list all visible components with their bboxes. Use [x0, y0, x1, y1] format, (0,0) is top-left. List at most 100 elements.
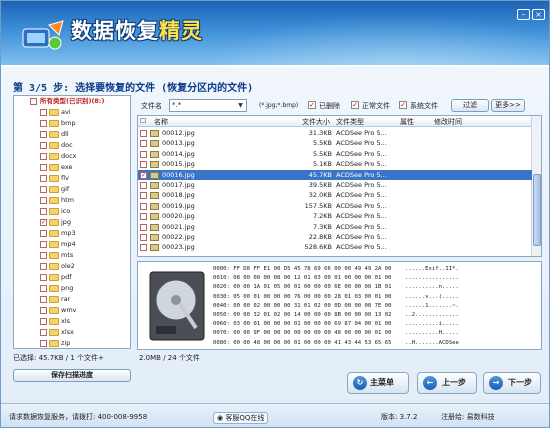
next-step-button[interactable]: → 下一步 — [483, 372, 541, 394]
normal-checkbox[interactable]: ✓ — [351, 101, 359, 109]
tree-item-checkbox[interactable] — [40, 164, 47, 171]
prev-step-button[interactable]: ← 上一步 — [417, 372, 477, 394]
tree-root-checkbox[interactable] — [30, 98, 37, 105]
tree-item-flv[interactable]: flv — [14, 173, 130, 184]
tree-item-ole2[interactable]: ole2 — [14, 261, 130, 272]
tree-item-checkbox[interactable] — [40, 318, 47, 325]
file-row-checkbox[interactable] — [140, 140, 147, 148]
tree-item-checkbox[interactable] — [40, 120, 47, 127]
file-row[interactable]: 00012.jpg 31.3KB ACDSee Pro 5... — [138, 128, 532, 138]
tree-item-checkbox[interactable] — [40, 197, 47, 204]
tree-item-doc[interactable]: doc — [14, 140, 130, 151]
tree-root[interactable]: 所有类型(已识别)(8:) — [14, 96, 130, 107]
file-row[interactable]: ✓ 00016.jpg 45.7KB ACDSee Pro 5... — [138, 169, 532, 180]
system-checkbox[interactable]: ✓ — [399, 101, 407, 109]
tree-item-mp3[interactable]: mp3 — [14, 228, 130, 239]
minimize-button[interactable]: – — [517, 9, 530, 20]
col-name[interactable]: 名称 — [154, 117, 168, 127]
tree-item-wmv[interactable]: wmv — [14, 305, 130, 316]
tree-item-jpg[interactable]: ✓ jpg — [14, 217, 130, 228]
save-scan-progress-button[interactable]: 保存扫描进度 — [13, 369, 131, 382]
tree-item-xlsx[interactable]: xlsx — [14, 327, 130, 338]
tree-item-docx[interactable]: docx — [14, 151, 130, 162]
tree-item-checkbox[interactable]: ✓ — [40, 219, 47, 226]
file-row-checkbox[interactable] — [140, 182, 147, 189]
tree-item-dll[interactable]: dll — [14, 129, 130, 140]
tree-item-checkbox[interactable] — [40, 340, 47, 347]
file-row[interactable]: 00019.jpg 157.5KB ACDSee Pro 5... — [138, 201, 532, 211]
tree-item-mts[interactable]: mts — [14, 250, 130, 261]
tree-item-checkbox[interactable] — [40, 230, 47, 237]
file-row-checkbox[interactable] — [140, 244, 147, 252]
file-row[interactable]: 00021.jpg 7.3KB ACDSee Pro 5... — [138, 222, 532, 232]
tree-item-rar[interactable]: rar — [14, 294, 130, 305]
tree-item-checkbox[interactable] — [40, 241, 47, 248]
tree-item-zip[interactable]: zip — [14, 338, 130, 348]
tree-item-xls[interactable]: xls — [14, 316, 130, 327]
file-row-checkbox[interactable] — [140, 234, 147, 241]
filename-combo[interactable]: *.* ▼ — [169, 99, 247, 112]
col-mtime[interactable]: 修改时间 — [434, 117, 462, 127]
tree-item-exe[interactable]: exe — [14, 162, 130, 173]
file-row[interactable]: 00015.jpg 5.1KB ACDSee Pro 5... — [138, 159, 532, 169]
scrollbar-thumb[interactable] — [533, 174, 541, 246]
tree-item-checkbox[interactable] — [40, 186, 47, 193]
hard-drive-preview-image — [149, 271, 205, 341]
select-all-checkbox[interactable]: ☐ — [140, 117, 146, 125]
qq-online-button[interactable]: ◉ 客服QQ在线 — [213, 412, 269, 424]
col-attr[interactable]: 属性 — [400, 117, 414, 127]
tree-item-checkbox[interactable] — [40, 307, 47, 314]
file-row-checkbox[interactable] — [140, 161, 147, 169]
tree-item-avi[interactable]: avi — [14, 107, 130, 118]
file-row-checkbox[interactable] — [140, 192, 147, 200]
tree-item-pdf[interactable]: pdf — [14, 272, 130, 283]
tree-item-bmp[interactable]: bmp — [14, 118, 130, 129]
filter-button[interactable]: 过滤 — [451, 99, 489, 112]
tree-item-gif[interactable]: gif — [14, 184, 130, 195]
tree-item-checkbox[interactable] — [40, 131, 47, 138]
tree-item-label: mp3 — [61, 229, 76, 237]
file-row[interactable]: 00014.jpg 5.5KB ACDSee Pro 5... — [138, 149, 532, 159]
tree-item-checkbox[interactable] — [40, 175, 47, 182]
file-row-checkbox[interactable] — [140, 202, 147, 210]
tree-item-checkbox[interactable] — [40, 109, 47, 116]
file-row[interactable]: 00013.jpg 5.5KB ACDSee Pro 5... — [138, 138, 532, 148]
tree-item-checkbox[interactable] — [40, 142, 47, 149]
tree-item-checkbox[interactable] — [40, 252, 47, 259]
more-button[interactable]: 更多>> — [491, 99, 525, 112]
file-list-scrollbar[interactable] — [531, 116, 541, 256]
tree-item-checkbox[interactable] — [40, 153, 47, 160]
tree-item-checkbox[interactable] — [40, 274, 47, 281]
tree-item-checkbox[interactable] — [40, 329, 47, 336]
tree-item-mp4[interactable]: mp4 — [14, 239, 130, 250]
file-row-checkbox[interactable] — [140, 130, 147, 137]
folder-icon — [49, 186, 59, 193]
close-button[interactable]: × — [532, 9, 545, 20]
file-row-checkbox[interactable] — [140, 213, 147, 221]
tree-item-checkbox[interactable] — [40, 285, 47, 292]
file-row-checkbox[interactable]: ✓ — [140, 171, 147, 179]
file-row[interactable]: 00018.jpg 32.0KB ACDSee Pro 5... — [138, 190, 532, 200]
tree-item-png[interactable]: png — [14, 283, 130, 294]
file-row[interactable]: 00023.jpg 528.6KB ACDSee Pro 5... — [138, 242, 532, 252]
hex-line: 0040: 00 00 02 00 00 00 31 01 02 00 0D 0… — [213, 302, 459, 309]
file-list[interactable]: ☐ 名称 文件大小 文件类型 属性 修改时间 00012.jpg 31.3KB AC… — [137, 115, 542, 257]
file-row[interactable]: 00022.jpg 22.8KB ACDSee Pro 5... — [138, 232, 532, 242]
tree-item-htm[interactable]: htm — [14, 195, 130, 206]
tree-item-checkbox[interactable] — [40, 296, 47, 303]
file-row[interactable]: 00017.jpg 39.5KB ACDSee Pro 5... — [138, 180, 532, 190]
tree-item-checkbox[interactable] — [40, 208, 47, 215]
col-size[interactable]: 文件大小 — [302, 117, 330, 127]
file-type-tree[interactable]: 所有类型(已识别)(8:) avi bmp dll doc docx exe flv gif ht… — [13, 95, 131, 349]
file-name: 00021.jpg — [162, 222, 195, 231]
file-name: 00013.jpg — [162, 139, 195, 148]
tree-item-checkbox[interactable] — [40, 263, 47, 270]
main-menu-button[interactable]: ↻ 主菜单 — [347, 372, 409, 394]
file-row-checkbox[interactable] — [140, 150, 147, 158]
tree-item-ico[interactable]: ico — [14, 206, 130, 217]
file-row[interactable]: 00020.jpg 7.2KB ACDSee Pro 5... — [138, 211, 532, 221]
col-type[interactable]: 文件类型 — [336, 117, 364, 127]
file-size: 45.7KB — [308, 170, 332, 179]
file-row-checkbox[interactable] — [140, 223, 147, 231]
deleted-checkbox[interactable]: ✓ — [308, 101, 316, 109]
